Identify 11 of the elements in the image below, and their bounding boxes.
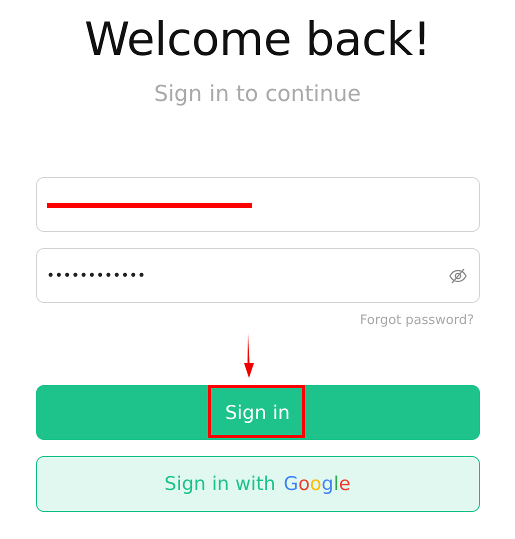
google-sign-in-button[interactable]: Sign in with Google: [36, 456, 480, 512]
page-subtitle: Sign in to continue: [154, 82, 361, 107]
sign-in-button[interactable]: Sign in: [36, 385, 480, 440]
page-title: Welcome back!: [84, 12, 431, 66]
email-field[interactable]: [36, 177, 480, 232]
password-field[interactable]: ••••••••••••: [36, 248, 480, 303]
google-wordmark: Google: [284, 473, 351, 495]
password-value: ••••••••••••: [46, 268, 147, 284]
button-label: Sign in with: [164, 473, 276, 495]
eye-icon[interactable]: [448, 268, 466, 284]
forgot-password-link[interactable]: Forgot password?: [360, 313, 474, 328]
